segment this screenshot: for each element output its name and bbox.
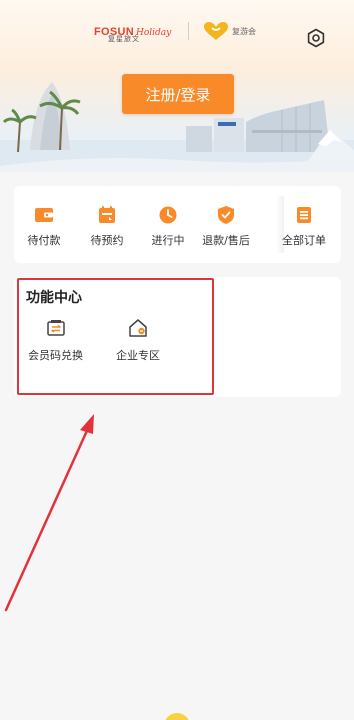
brand-script: Holiday: [136, 28, 172, 38]
brand-sub: 复星旅文: [108, 35, 140, 43]
order-in-progress[interactable]: 进行中: [140, 186, 196, 263]
order-list-icon: [297, 207, 311, 223]
bottom-tab-indicator[interactable]: [164, 713, 190, 720]
order-pending-payment[interactable]: 待付款: [16, 186, 72, 263]
fosun-holiday-logo: FOSUN Holiday 复星旅文: [94, 20, 184, 46]
annotation-arrow: [4, 414, 94, 612]
clock-icon: [159, 206, 177, 224]
annotation-highlight-box: [17, 278, 214, 395]
order-item-label: 进行中: [151, 234, 185, 247]
header-banner: FOSUN Holiday 复星旅文 复游会 注册/登录: [0, 0, 354, 172]
order-item-label: 全部订单: [282, 234, 326, 247]
brand-row: FOSUN Holiday 复星旅文 复游会: [0, 14, 354, 50]
order-status-card: 待付款 待预约 进行中 退款/售后 全部订单: [14, 186, 341, 263]
brand-divider: [188, 22, 189, 40]
club-logo: 复游会: [203, 20, 256, 42]
gear-icon: [307, 28, 325, 48]
order-pending-booking[interactable]: 待预约: [79, 186, 135, 263]
order-item-label: 待付款: [27, 234, 61, 247]
heart-logo-icon: [204, 22, 228, 40]
order-item-label: 退款/售后: [202, 234, 250, 247]
shield-check-icon: [218, 206, 234, 224]
club-name: 复游会: [232, 26, 256, 36]
calendar-icon: [99, 206, 115, 223]
order-item-label: 待预约: [90, 234, 124, 247]
wallet-icon: [35, 208, 53, 222]
order-all-orders[interactable]: 全部订单: [276, 186, 332, 263]
settings-button[interactable]: [305, 27, 327, 49]
login-register-button[interactable]: 注册/登录: [122, 74, 234, 114]
order-refund-aftersale[interactable]: 退款/售后: [198, 186, 254, 263]
